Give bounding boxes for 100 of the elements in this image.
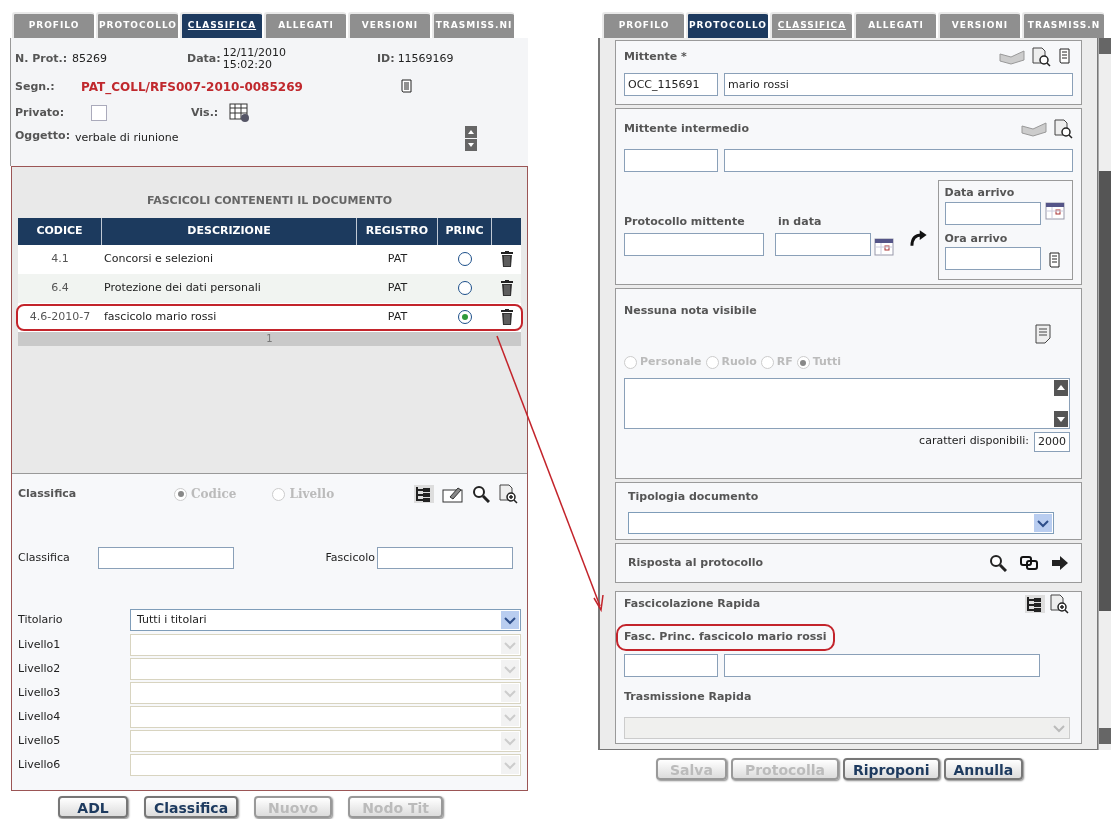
scroll-down-icon[interactable]: [1054, 410, 1068, 427]
arrival-time-field[interactable]: [944, 247, 1041, 270]
scroll-icon[interactable]: [1057, 48, 1073, 66]
action-button[interactable]: Annulla: [943, 758, 1024, 780]
right-arrow-icon[interactable]: [1051, 555, 1069, 571]
input-field[interactable]: [624, 149, 718, 172]
field-label: Classifica: [18, 549, 71, 566]
field-label: ID:: [377, 50, 395, 67]
field-label: Livello5: [18, 732, 62, 749]
table-cell-text: Concorsi e selezioni: [103, 250, 215, 267]
field-label: Privato:: [15, 104, 66, 121]
folder-edit-icon[interactable]: [442, 485, 464, 503]
trash-icon[interactable]: [501, 251, 513, 267]
tab[interactable]: PROTOCOLLO: [686, 12, 768, 38]
time-value: 15:02:20: [222, 59, 274, 71]
field-label: Titolario: [18, 611, 64, 628]
tab[interactable]: CLASSIFICA: [180, 12, 262, 38]
date-field[interactable]: [774, 232, 871, 256]
radio-label: Tutti: [812, 354, 842, 371]
section-label: Classifica: [18, 485, 78, 502]
sender-name-field[interactable]: mario rossi: [724, 73, 1073, 96]
radio-button[interactable]: [458, 310, 472, 324]
table-cell-text: 4.6-2010-7: [28, 308, 92, 325]
grid-icon[interactable]: [229, 103, 251, 123]
fascicolo-field[interactable]: [377, 547, 513, 569]
field-label: Ora arrivo: [944, 230, 1009, 247]
scroll-icon[interactable]: [399, 79, 415, 95]
field-label: Fascicolo: [324, 549, 376, 566]
search-icon[interactable]: [989, 554, 1007, 572]
scroll-up-icon[interactable]: [1054, 379, 1068, 396]
document-zoom-icon[interactable]: [498, 484, 518, 504]
character-counter: 2000: [1034, 431, 1070, 452]
table-row[interactable]: 4.1 Concorsi e selezioni PAT: [18, 244, 521, 274]
column-header[interactable]: CODICE: [18, 217, 102, 245]
section-title: Trasmissione Rapida: [624, 688, 753, 705]
sender-protocol-field[interactable]: [624, 232, 764, 256]
scroll-down-icon[interactable]: [465, 139, 477, 151]
radio-button[interactable]: [458, 252, 472, 266]
field-label: in data: [776, 214, 823, 231]
radio-label: Personale: [640, 354, 702, 371]
field-label: Segn.:: [15, 78, 56, 95]
classifica-field[interactable]: [98, 547, 234, 569]
action-button[interactable]: ADL: [58, 796, 128, 818]
field-label: Livello3: [18, 684, 62, 701]
curved-arrow-icon[interactable]: [907, 230, 928, 248]
radio-label: RF: [776, 354, 793, 371]
table-row[interactable]: 4.6-2010-7 fascicolo mario rossi PAT: [18, 302, 521, 332]
tree-icon[interactable]: [1025, 594, 1045, 614]
calendar-icon[interactable]: [873, 237, 894, 256]
titolario-dropdown[interactable]: Tutti i titolari: [130, 609, 521, 631]
field-label: Protocollo mittente: [624, 214, 746, 231]
input-field[interactable]: [624, 653, 718, 677]
trash-icon[interactable]: [501, 309, 513, 325]
note-icon[interactable]: [1035, 323, 1051, 344]
column-header[interactable]: REGISTRO: [357, 217, 438, 245]
table-cell-text: 6.4: [50, 279, 70, 296]
table-cell-text: 4.1: [50, 250, 70, 267]
scroll-icon[interactable]: [1046, 252, 1063, 270]
document-zoom-icon[interactable]: [1053, 119, 1073, 139]
field-label: Livello4: [18, 708, 62, 725]
calendar-icon[interactable]: [1044, 201, 1065, 220]
column-header[interactable]: PRINC: [438, 217, 492, 245]
field-label: Livello2: [18, 660, 62, 677]
action-button[interactable]: Classifica: [144, 796, 239, 818]
document-zoom-icon[interactable]: [1031, 47, 1051, 67]
field-label: Oggetto:: [15, 128, 72, 144]
column-header[interactable]: DESCRIZIONE: [102, 217, 357, 245]
table-title: FASCICOLI CONTENENTI IL DOCUMENTO: [145, 193, 394, 209]
section-title: Mittente *: [624, 48, 687, 65]
arrival-date-field[interactable]: [944, 201, 1041, 225]
date-value: 12/11/2010: [222, 47, 287, 59]
document-zoom-icon[interactable]: [1049, 594, 1069, 614]
section-title: Fascicolazione Rapida: [624, 596, 761, 612]
link-icon[interactable]: [1019, 555, 1039, 571]
checkbox[interactable]: [91, 105, 107, 121]
input-field[interactable]: [724, 653, 1040, 677]
counter-label: caratteri disponibili:: [919, 433, 1029, 450]
action-button[interactable]: Riproponi: [842, 758, 940, 780]
field-label: Vis.:: [191, 104, 220, 121]
field-label: Data arrivo: [944, 185, 1016, 201]
tree-icon[interactable]: [414, 485, 434, 503]
search-icon[interactable]: [472, 485, 490, 503]
section-title: Tipologia documento: [628, 489, 760, 505]
field-label: N. Prot.:: [15, 50, 68, 67]
section-title: Risposta al protocollo: [628, 554, 764, 571]
table-row[interactable]: 6.4 Protezione dei dati personali PAT: [18, 273, 521, 303]
input-field[interactable]: [724, 149, 1073, 172]
radio-label: Codice: [191, 486, 237, 503]
document-type-dropdown[interactable]: [628, 511, 1054, 534]
book-icon[interactable]: [1021, 121, 1047, 137]
section-title: Nessuna nota visibile: [624, 303, 758, 319]
sender-code-field[interactable]: OCC_115691: [624, 73, 718, 96]
trash-icon[interactable]: [501, 280, 513, 296]
field-label: Data:: [187, 50, 221, 67]
protocol-number: 85269: [72, 50, 108, 67]
radio-button[interactable]: [458, 281, 472, 295]
book-icon[interactable]: [999, 49, 1025, 65]
scroll-up-icon[interactable]: [465, 126, 477, 138]
scrollbar[interactable]: [1098, 38, 1111, 750]
radio-label: Ruolo: [721, 354, 757, 371]
